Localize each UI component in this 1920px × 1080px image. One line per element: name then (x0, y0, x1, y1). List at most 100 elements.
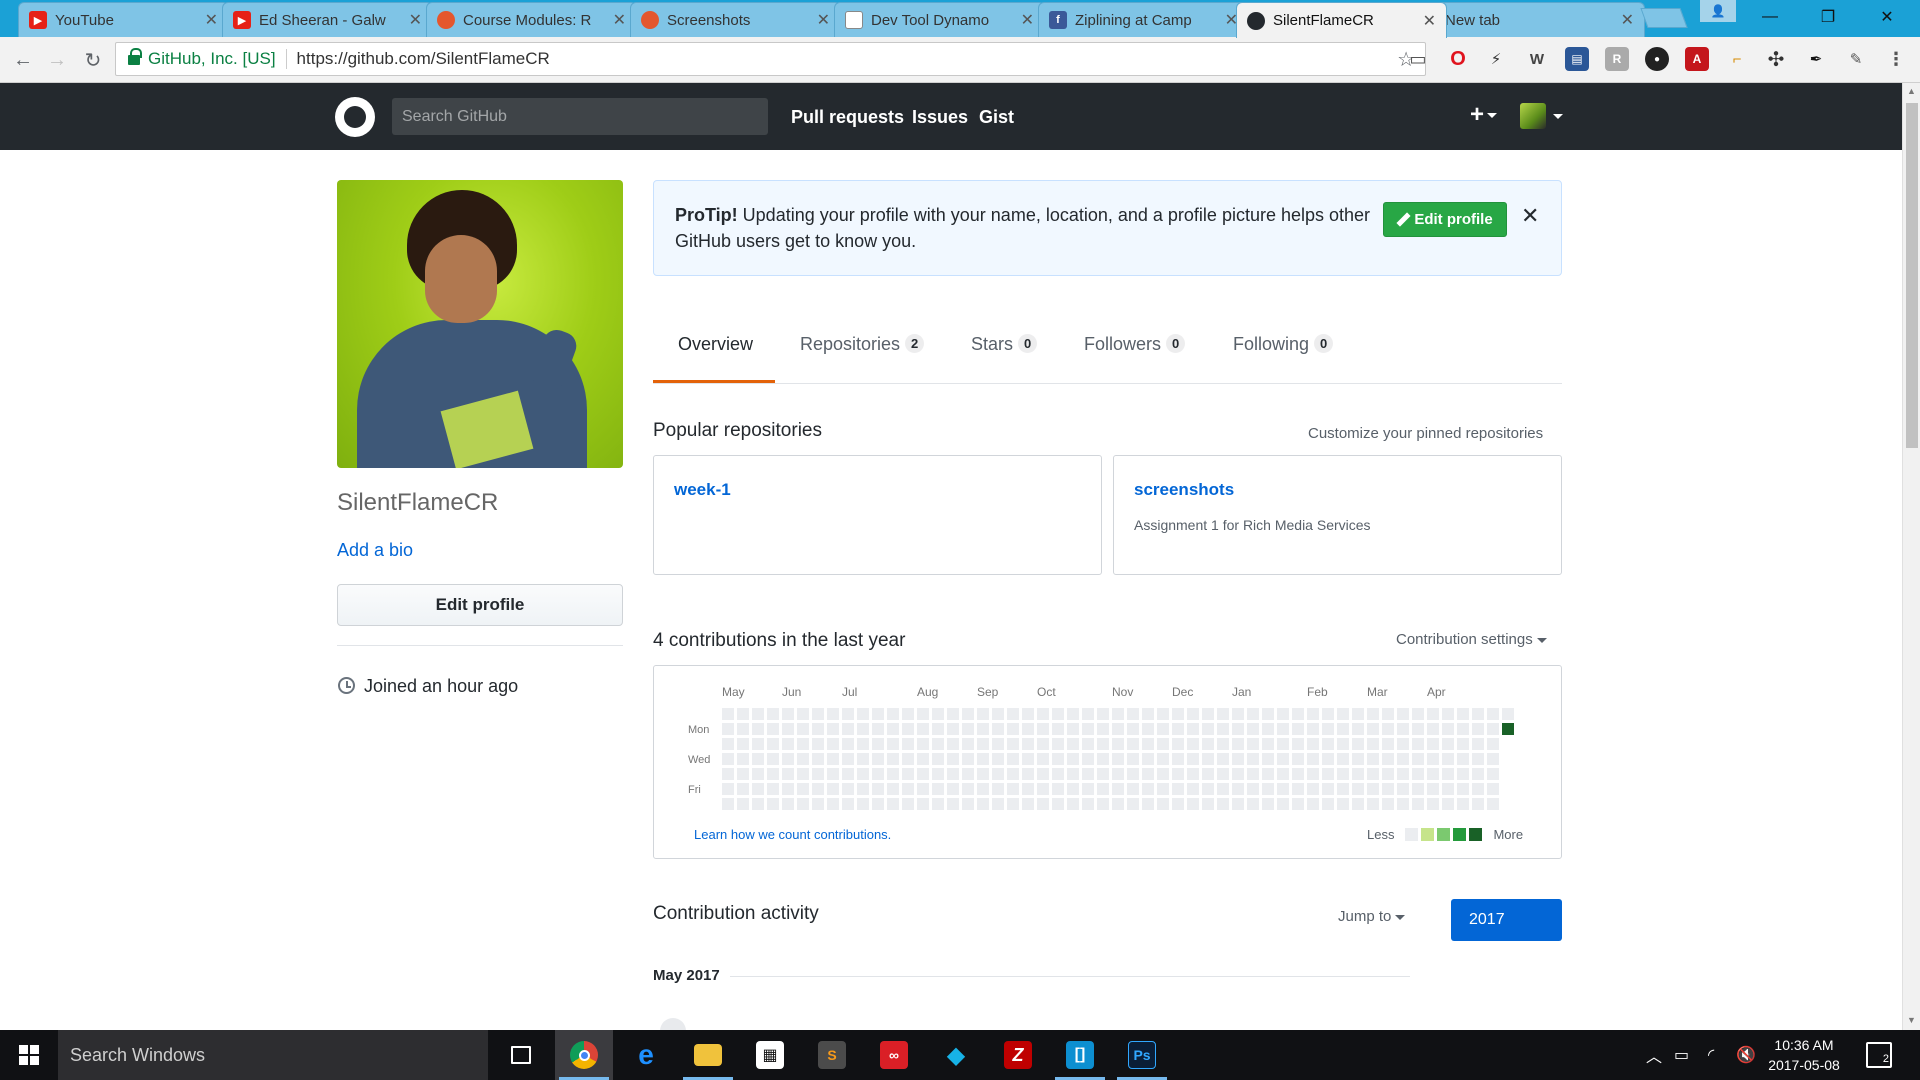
contribution-day[interactable] (1157, 738, 1169, 750)
contribution-day[interactable] (1082, 798, 1094, 810)
contribution-day[interactable] (1232, 783, 1244, 795)
contribution-day[interactable] (1187, 738, 1199, 750)
tab-repositories[interactable]: Repositories 2 (800, 334, 925, 383)
contribution-day[interactable] (1397, 708, 1409, 720)
contribution-day[interactable] (1217, 708, 1229, 720)
contribution-day[interactable] (1472, 738, 1484, 750)
contribution-day[interactable] (992, 798, 1004, 810)
contribution-day[interactable] (1322, 768, 1334, 780)
contribution-day[interactable] (1307, 753, 1319, 765)
nav-pull-requests[interactable]: Pull requests (791, 107, 904, 128)
contribution-day[interactable] (902, 738, 914, 750)
contribution-day[interactable] (767, 708, 779, 720)
contribution-day[interactable] (1352, 798, 1364, 810)
task-view-icon[interactable] (492, 1030, 550, 1080)
contribution-day[interactable] (722, 768, 734, 780)
contribution-day[interactable] (722, 738, 734, 750)
contribution-day[interactable] (1307, 783, 1319, 795)
contribution-day[interactable] (1472, 768, 1484, 780)
contribution-day[interactable] (827, 768, 839, 780)
contribution-day[interactable] (1217, 738, 1229, 750)
contribution-day[interactable] (887, 798, 899, 810)
contribution-day[interactable] (1427, 768, 1439, 780)
contribution-day[interactable] (782, 768, 794, 780)
contribution-day[interactable] (1382, 723, 1394, 735)
contribution-day[interactable] (1052, 783, 1064, 795)
contribution-day[interactable] (782, 723, 794, 735)
security-label[interactable]: GitHub, Inc. [US] (148, 49, 276, 69)
contribution-day[interactable] (752, 723, 764, 735)
contribution-day[interactable] (737, 708, 749, 720)
contribution-day[interactable] (1142, 738, 1154, 750)
contribution-day[interactable] (1157, 768, 1169, 780)
contribution-day[interactable] (1262, 753, 1274, 765)
contribution-day[interactable] (962, 708, 974, 720)
contribution-day[interactable] (887, 753, 899, 765)
contribution-day[interactable] (1367, 783, 1379, 795)
contribution-day[interactable] (902, 783, 914, 795)
contribution-day[interactable] (1322, 753, 1334, 765)
browser-tab-screenshots[interactable]: Screenshots ✕ (630, 2, 841, 37)
contribution-day[interactable] (1142, 708, 1154, 720)
contribution-day[interactable] (1082, 708, 1094, 720)
contribution-day[interactable] (737, 738, 749, 750)
nav-issues[interactable]: Issues (912, 107, 968, 128)
contribution-day[interactable] (1172, 753, 1184, 765)
contribution-day[interactable] (917, 708, 929, 720)
creative-cloud-icon[interactable]: ∞ (865, 1030, 923, 1080)
contribution-day[interactable] (1292, 723, 1304, 735)
contribution-day[interactable] (1382, 708, 1394, 720)
tab-followers[interactable]: Followers 0 (1084, 334, 1186, 383)
contribution-day[interactable] (1397, 783, 1409, 795)
contribution-day[interactable] (1232, 768, 1244, 780)
contribution-day[interactable] (1382, 753, 1394, 765)
edit-profile-button[interactable]: Edit profile (337, 584, 623, 626)
contribution-day[interactable] (1082, 738, 1094, 750)
contribution-day[interactable] (1487, 753, 1499, 765)
contribution-day[interactable] (812, 708, 824, 720)
contribution-day[interactable] (767, 723, 779, 735)
contribution-day[interactable] (1082, 783, 1094, 795)
contribution-day[interactable] (1352, 753, 1364, 765)
contribution-day[interactable] (1007, 768, 1019, 780)
browser-tab-silentflamecr[interactable]: SilentFlameCR ✕ (1236, 2, 1447, 38)
contribution-day[interactable] (842, 798, 854, 810)
contribution-day[interactable] (737, 768, 749, 780)
contribution-day[interactable] (872, 798, 884, 810)
contribution-day[interactable] (1412, 753, 1424, 765)
user-avatar[interactable] (1520, 103, 1546, 129)
contribution-day[interactable] (1277, 753, 1289, 765)
contribution-day[interactable] (1352, 738, 1364, 750)
contribution-day[interactable] (1157, 798, 1169, 810)
contribution-day[interactable] (1022, 738, 1034, 750)
contribution-day[interactable] (992, 738, 1004, 750)
contribution-day[interactable] (1502, 708, 1514, 720)
contribution-day[interactable] (1157, 723, 1169, 735)
contribution-day[interactable] (1127, 708, 1139, 720)
contribution-day[interactable] (1397, 723, 1409, 735)
contribution-day[interactable] (962, 738, 974, 750)
contribution-day[interactable] (1247, 783, 1259, 795)
contribution-day[interactable] (1292, 798, 1304, 810)
close-icon[interactable]: ✕ (1521, 203, 1539, 229)
contribution-day[interactable] (1202, 708, 1214, 720)
menu-icon[interactable]: ⋮ (1884, 47, 1908, 71)
contribution-day[interactable] (1457, 723, 1469, 735)
close-icon[interactable]: ✕ (613, 10, 626, 30)
contribution-day[interactable] (1472, 798, 1484, 810)
contribution-day[interactable] (1217, 768, 1229, 780)
contribution-day[interactable] (1262, 738, 1274, 750)
contribution-day[interactable] (782, 783, 794, 795)
contribution-day[interactable] (1022, 723, 1034, 735)
new-tab-button[interactable] (1640, 8, 1688, 28)
contribution-day[interactable] (1112, 753, 1124, 765)
contribution-day[interactable] (1352, 708, 1364, 720)
contribution-day[interactable] (1217, 783, 1229, 795)
contribution-day[interactable] (1172, 708, 1184, 720)
contribution-day[interactable] (752, 708, 764, 720)
chrome-profile-icon[interactable]: 👤 (1700, 0, 1736, 22)
contribution-settings-dropdown[interactable]: Contribution settings (1396, 631, 1547, 648)
contribution-day[interactable] (1037, 798, 1049, 810)
contribution-day[interactable] (1232, 738, 1244, 750)
contribution-day[interactable] (1412, 768, 1424, 780)
